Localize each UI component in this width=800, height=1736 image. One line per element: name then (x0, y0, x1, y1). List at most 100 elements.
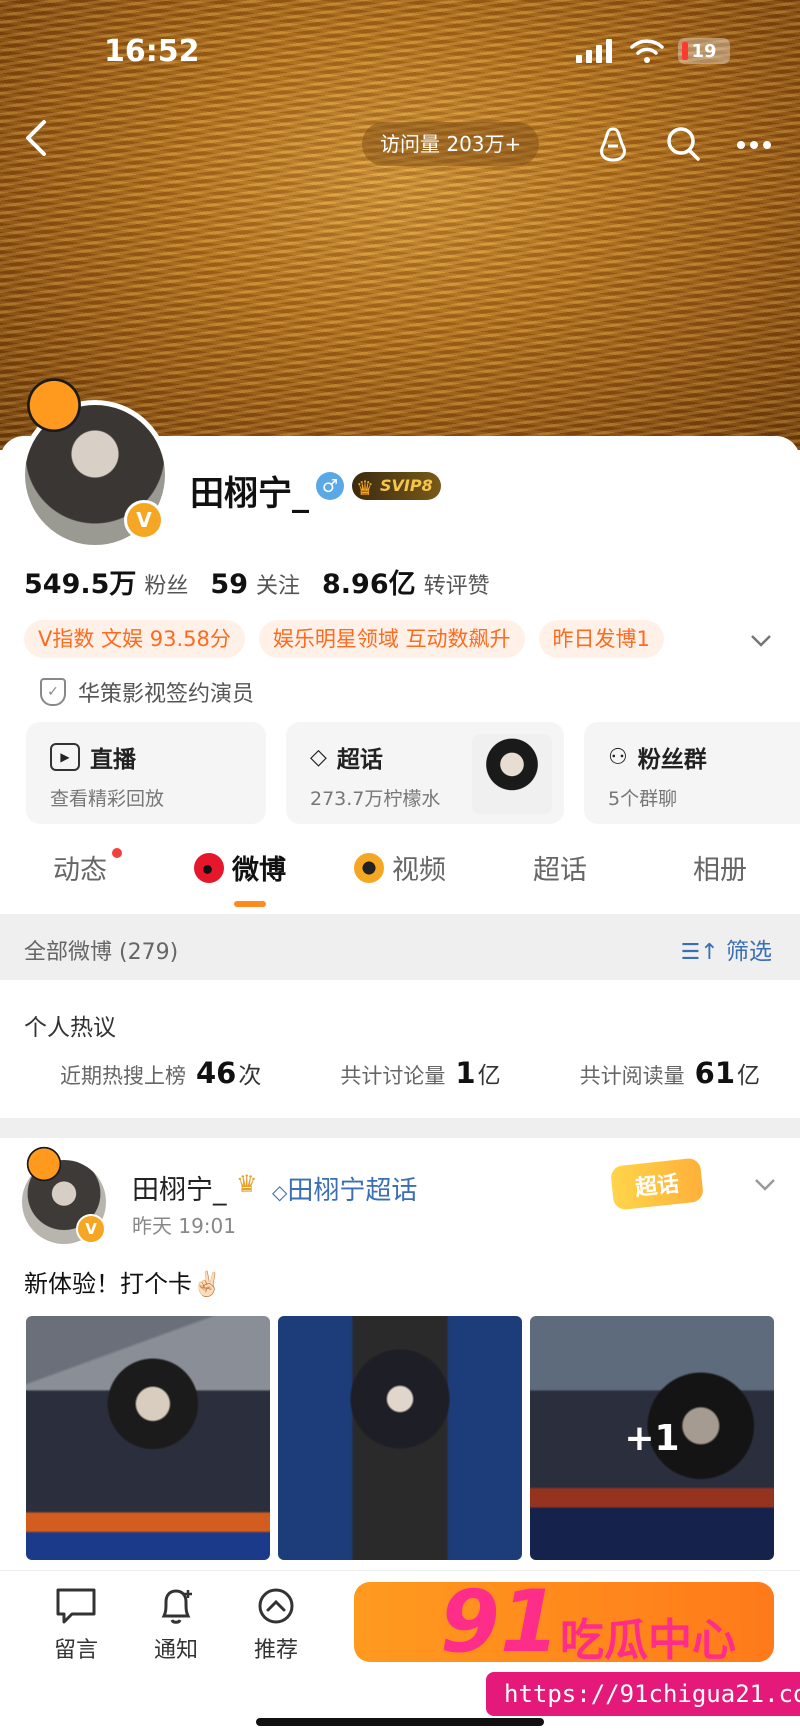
more-photos-count: +1 (530, 1316, 774, 1560)
stat-label: 关注 (256, 574, 301, 599)
hot-number: 46 (196, 1056, 237, 1090)
tab-label: 超话 (533, 855, 587, 886)
tiger-pendant-icon (18, 1142, 70, 1182)
profile-avatar[interactable]: V (14, 370, 170, 550)
bell-icon (136, 1586, 216, 1628)
profile-tabs: 动态 微博 视频 超话 相册 (0, 848, 800, 887)
search-icon[interactable] (664, 124, 702, 168)
verified-badge-icon: V (76, 1214, 106, 1244)
chevron-down-icon[interactable] (754, 1170, 776, 1198)
battery-indicator: 19 (678, 38, 730, 64)
status-time: 16:52 (104, 34, 200, 69)
hot-unit: 亿 (737, 1063, 760, 1089)
tab-video[interactable]: 视频 (320, 848, 480, 887)
notify-button[interactable]: 通知 (136, 1586, 216, 1664)
post-avatar[interactable]: V (18, 1142, 106, 1244)
hot-unit: 次 (238, 1063, 262, 1089)
bottom-label: 留言 (53, 1638, 98, 1663)
feature-subtitle: 5个群聊 (608, 788, 678, 810)
watermark-url: https://91chigua21.com (486, 1672, 800, 1716)
stat-number: 549.5万 (24, 569, 137, 600)
fan-gift-icon[interactable] (594, 124, 632, 168)
chevron-down-icon[interactable] (750, 626, 772, 654)
supertopic-sticker[interactable]: 超话 (609, 1157, 705, 1211)
cellular-signal-icon (576, 39, 612, 63)
certification-text: 华策影视签约演员 (78, 682, 255, 707)
bottom-label: 通知 (153, 1638, 198, 1663)
crown-icon: ♛ (356, 476, 374, 500)
diamond-icon: ◇ (310, 744, 327, 770)
supertopic-thumbnail (472, 734, 552, 814)
stat-label: 转评赞 (423, 574, 490, 599)
stat-interactions[interactable]: 8.96亿 转评赞 (322, 562, 490, 601)
weibo-icon (194, 853, 224, 883)
post-text: 新体验！打个卡✌🏻 (24, 1270, 222, 1298)
filter-label: 筛选 (726, 939, 772, 965)
feature-subtitle: 查看精彩回放 (50, 788, 165, 810)
hot-stat: 近期热搜上榜 46次 (60, 1056, 261, 1090)
watermark-brand: 吃瓜中心 (560, 1615, 736, 1666)
tiger-pendant-icon (14, 370, 94, 434)
verified-badge-icon: V (124, 500, 164, 540)
recommend-button[interactable]: 推荐 (236, 1586, 316, 1664)
tab-supertopic[interactable]: 超话 (480, 848, 640, 887)
active-tab-indicator (234, 901, 266, 907)
visit-count-pill[interactable]: 访问量 203万+ (362, 122, 540, 166)
tag-v-index[interactable]: V指数 文娱 93.58分 (24, 620, 245, 658)
diamond-icon: ◇ (272, 1180, 288, 1204)
hot-unit: 亿 (477, 1063, 501, 1089)
stat-number: 59 (210, 569, 248, 600)
tab-label: 动态 (53, 855, 107, 886)
tab-weibo[interactable]: 微博 (160, 848, 320, 887)
feature-fan-group[interactable]: ⚇ 粉丝群 5个群聊 (584, 722, 800, 824)
tab-activity[interactable]: 动态 (0, 848, 160, 887)
feature-supertopic[interactable]: ◇ 超话 273.7万柠檬水 (286, 722, 564, 824)
hot-number: 1 (455, 1056, 476, 1090)
post-photo[interactable] (26, 1316, 270, 1560)
crown-icon: ♛ (236, 1170, 258, 1198)
post-photo[interactable]: +1 (530, 1316, 774, 1560)
stat-number: 8.96亿 (322, 569, 416, 600)
svip-badge[interactable]: ♛ SVIP8 (352, 472, 441, 500)
tag-posts[interactable]: 昨日发博1 (538, 620, 664, 658)
post-author[interactable]: 田栩宁_ (132, 1168, 227, 1207)
battery-level: 19 (691, 40, 717, 62)
filter-button[interactable]: ☰↑ 筛选 (681, 932, 772, 966)
hot-stats: 近期热搜上榜 46次 共计讨论量 1亿 共计阅读量 61亿 (60, 1056, 760, 1090)
section-divider (0, 1118, 800, 1138)
certification: ✓ 华策影视签约演员 (40, 676, 254, 708)
profile-name: 田栩宁_ (190, 474, 309, 514)
hot-label: 共计讨论量 (340, 1064, 446, 1088)
post-supertopic-link[interactable]: ◇田栩宁超话 (272, 1170, 417, 1207)
hot-stat: 共计讨论量 1亿 (340, 1056, 500, 1090)
stat-label: 粉丝 (144, 574, 189, 599)
bottom-label: 推荐 (253, 1638, 298, 1663)
post-photo[interactable] (278, 1316, 522, 1560)
comment-icon (36, 1586, 116, 1628)
feature-title: 超话 (336, 747, 383, 773)
back-icon[interactable] (22, 118, 52, 167)
tab-label: 微博 (232, 855, 286, 886)
stat-followers[interactable]: 549.5万 粉丝 (24, 562, 188, 601)
video-icon (354, 853, 384, 883)
more-icon[interactable] (736, 136, 772, 155)
hot-label: 共计阅读量 (579, 1064, 685, 1088)
topic-label: 田栩宁超话 (287, 1176, 418, 1206)
post-time: 昨天 19:01 (132, 1214, 236, 1238)
message-button[interactable]: 留言 (36, 1586, 116, 1664)
tag-domain[interactable]: 娱乐明星领域 互动数飙升 (258, 620, 525, 658)
profile-tags: V指数 文娱 93.58分 娱乐明星领域 互动数飙升 昨日发博1 (24, 620, 664, 658)
feature-live[interactable]: ▶ 直播 查看精彩回放 (26, 722, 266, 824)
home-indicator (256, 1718, 544, 1726)
watermark-logo-number: 91 (440, 1572, 560, 1672)
recommend-icon (236, 1586, 316, 1628)
group-icon: ⚇ (608, 744, 628, 770)
stat-following[interactable]: 59 关注 (210, 568, 300, 600)
hot-number: 61 (694, 1056, 735, 1090)
all-weibo-count: 全部微博 (279) (24, 940, 179, 965)
profile-stats: 549.5万 粉丝 59 关注 8.96亿 转评赞 (24, 562, 490, 601)
hot-label: 近期热搜上榜 (60, 1064, 186, 1088)
hot-stat: 共计阅读量 61亿 (580, 1056, 760, 1090)
male-gender-icon: ♂ (316, 472, 344, 500)
tab-album[interactable]: 相册 (640, 848, 800, 887)
